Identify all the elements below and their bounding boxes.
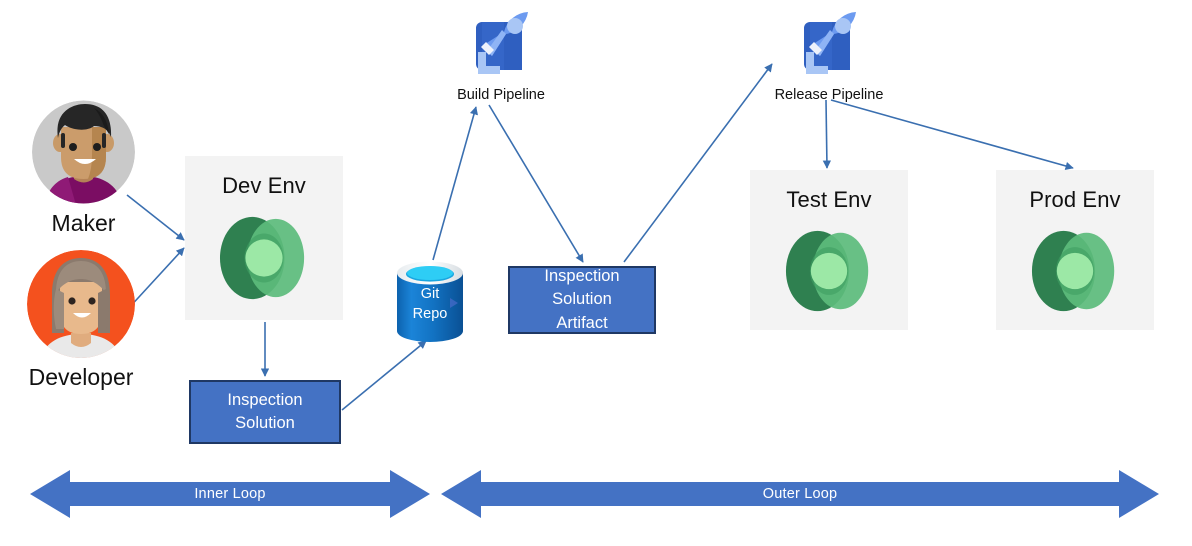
environment-title-prod: Prod Env bbox=[1029, 187, 1121, 212]
wire-release-pipeline-to-test bbox=[822, 99, 832, 169]
power-platform-logo-icon bbox=[1031, 230, 1115, 312]
power-platform-logo-icon bbox=[219, 216, 305, 300]
azure-pipelines-rocket-icon bbox=[804, 12, 856, 74]
azure-pipelines-rocket-icon bbox=[476, 12, 528, 74]
environment-card-prod[interactable]: Prod Env bbox=[996, 170, 1154, 330]
pipeline-build-label: Build Pipeline bbox=[457, 87, 545, 103]
environment-card-dev[interactable]: Dev Env bbox=[185, 156, 343, 320]
artifact-line-3: Artifact bbox=[556, 313, 608, 332]
environment-title-dev: Dev Env bbox=[222, 173, 306, 198]
loop-bar-inner-label: Inner Loop bbox=[194, 486, 266, 502]
loop-bar-outer[interactable]: Outer Loop bbox=[441, 466, 1159, 522]
power-platform-logo-icon bbox=[785, 230, 869, 312]
actor-maker-label: Maker bbox=[51, 210, 116, 236]
pipeline-build[interactable]: Build Pipeline bbox=[445, 8, 557, 103]
actor-developer: Developer bbox=[27, 249, 135, 389]
pipeline-release[interactable]: Release Pipeline bbox=[773, 8, 885, 103]
environment-title-test: Test Env bbox=[786, 187, 872, 212]
loop-bar-outer-label: Outer Loop bbox=[762, 486, 838, 502]
artifact-inspection-solution-line-2: Solution bbox=[235, 414, 295, 432]
loop-bar-inner[interactable]: Inner Loop bbox=[30, 466, 430, 522]
wire-inspection-solution-to-repo bbox=[341, 340, 427, 411]
artifact-line-1: Inspection bbox=[544, 266, 620, 285]
database-cylinder-icon bbox=[397, 261, 463, 342]
wire-repo-to-build-pipeline bbox=[432, 106, 478, 261]
git-repository[interactable]: Git Repo bbox=[394, 257, 466, 346]
wire-developer-to-dev bbox=[126, 247, 185, 311]
artifact-inspection-solution-artifact[interactable]: Inspection Solution Artifact bbox=[508, 266, 656, 334]
wire-maker-to-dev bbox=[126, 194, 185, 241]
actor-developer-label: Developer bbox=[28, 364, 134, 390]
person-avatar-developer-icon bbox=[27, 250, 135, 358]
pipeline-release-label: Release Pipeline bbox=[774, 87, 884, 103]
artifact-inspection-solution-line-1: Inspection bbox=[227, 390, 303, 409]
wire-build-pipeline-to-artifact bbox=[488, 104, 584, 263]
person-avatar-maker-icon bbox=[32, 100, 135, 204]
environment-card-test[interactable]: Test Env bbox=[750, 170, 908, 330]
diagram-canvas: Maker Developer Dev Env Inspection Solut… bbox=[0, 0, 1192, 546]
actor-maker: Maker bbox=[32, 99, 135, 235]
artifact-inspection-solution[interactable]: Inspection Solution bbox=[189, 380, 341, 444]
wire-release-pipeline-to-prod bbox=[830, 99, 1074, 170]
artifact-line-2: Solution bbox=[552, 290, 612, 309]
